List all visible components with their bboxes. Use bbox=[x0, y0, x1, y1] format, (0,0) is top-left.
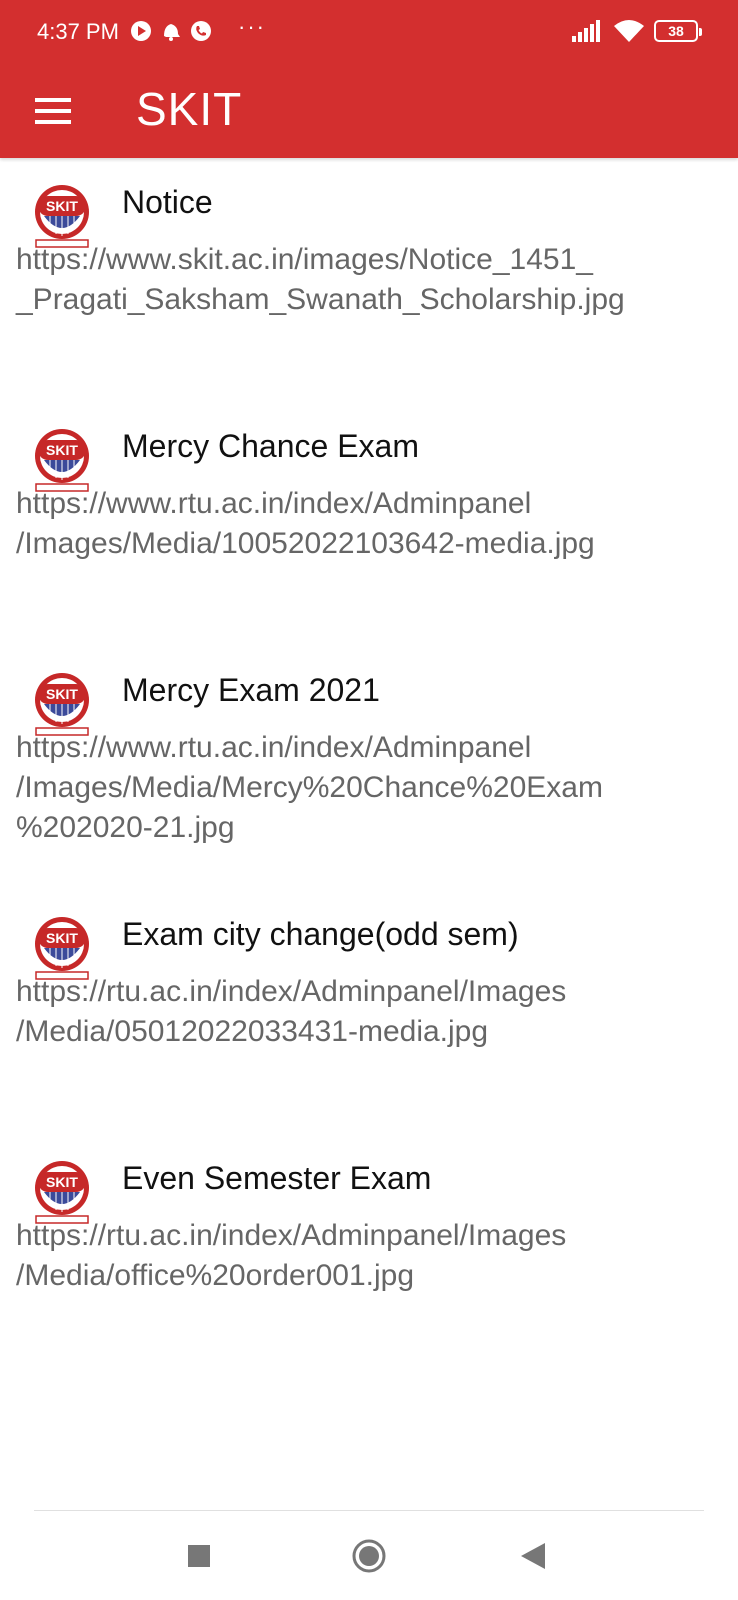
item-title: Exam city change(odd sem) bbox=[122, 916, 519, 952]
list-item[interactable]: SKIT Notice https://www.skit.ac.in/image… bbox=[0, 182, 738, 412]
battery-level: 38 bbox=[668, 23, 684, 39]
status-system-icons: 38 bbox=[572, 20, 702, 42]
item-url[interactable]: https://www.rtu.ac.in/index/Adminpanel /… bbox=[16, 728, 716, 848]
item-url[interactable]: https://www.rtu.ac.in/index/Adminpanel /… bbox=[16, 484, 716, 564]
recents-button[interactable] bbox=[174, 1531, 224, 1581]
list-item[interactable]: SKIT Mercy Exam 2021 https://www.rtu.ac.… bbox=[0, 670, 738, 900]
play-icon bbox=[131, 21, 151, 41]
item-title: Notice bbox=[122, 184, 213, 220]
app-title: SKIT bbox=[136, 83, 243, 135]
item-url[interactable]: https://rtu.ac.in/index/Adminpanel/Image… bbox=[16, 972, 716, 1052]
phone-icon bbox=[191, 21, 211, 41]
item-title: Even Semester Exam bbox=[122, 1160, 432, 1196]
top-bar: 4:37 PM ··· 38 SKIT bbox=[0, 0, 738, 158]
status-time: 4:37 PM bbox=[37, 19, 119, 44]
list-item[interactable]: SKIT Even Semester Exam https://rtu.ac.i… bbox=[0, 1158, 738, 1388]
list-item[interactable]: SKIT Exam city change(odd sem) https://r… bbox=[0, 914, 738, 1144]
signal-icon bbox=[572, 20, 600, 42]
item-url[interactable]: https://www.skit.ac.in/images/Notice_145… bbox=[16, 240, 716, 320]
logo-text: SKIT bbox=[46, 442, 78, 458]
wifi-icon bbox=[614, 20, 644, 42]
hamburger-menu-button[interactable] bbox=[26, 84, 80, 138]
logo-text: SKIT bbox=[46, 686, 78, 702]
item-url[interactable]: https://rtu.ac.in/index/Adminpanel/Image… bbox=[16, 1216, 716, 1296]
system-nav-bar bbox=[0, 1511, 738, 1600]
home-circle-icon bbox=[352, 1539, 386, 1573]
status-more-icon: ··· bbox=[238, 14, 266, 39]
item-title: Mercy Exam 2021 bbox=[122, 672, 380, 708]
back-triangle-icon bbox=[521, 1543, 545, 1569]
list-item[interactable]: SKIT Mercy Chance Exam https://www.rtu.a… bbox=[0, 426, 738, 656]
battery-icon: 38 bbox=[654, 20, 702, 42]
home-button[interactable] bbox=[344, 1531, 394, 1581]
status-bar: 4:37 PM ··· 38 bbox=[0, 0, 738, 64]
back-button[interactable] bbox=[508, 1531, 558, 1581]
hamburger-menu-icon bbox=[35, 98, 71, 124]
app-bar: SKIT bbox=[0, 64, 738, 158]
logo-text: SKIT bbox=[46, 198, 78, 214]
recents-square-icon bbox=[188, 1545, 210, 1567]
logo-text: SKIT bbox=[46, 1174, 78, 1190]
item-title: Mercy Chance Exam bbox=[122, 428, 419, 464]
logo-text: SKIT bbox=[46, 930, 78, 946]
screen: 4:37 PM ··· 38 SKIT SKIT Notice https://… bbox=[0, 0, 738, 1600]
status-notification-icons bbox=[130, 20, 212, 42]
notification-icon bbox=[164, 24, 180, 41]
